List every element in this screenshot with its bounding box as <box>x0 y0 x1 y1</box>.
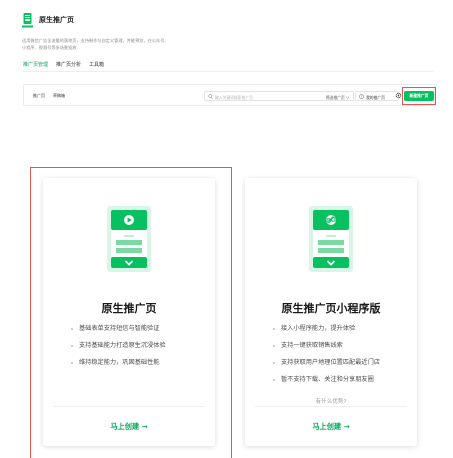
filter-button[interactable]: 筛选推广页 ▽ <box>326 95 349 101</box>
search-input[interactable]: 输入关键词搜索推广页 筛选推广页 ▽ <box>204 91 354 101</box>
create-now-button[interactable]: 马上创建 → <box>245 422 417 432</box>
list-item: 支持一键获取销售线索 <box>273 341 380 358</box>
gear-icon[interactable] <box>395 92 402 99</box>
filter-label: 筛选推广页 <box>325 94 345 100</box>
page-description: 适用微信广告全流量的落地页，支持制作与自定义管理，并能预览，在公众号、小程序、视… <box>22 38 169 50</box>
new-page-button[interactable]: 新建推广页 <box>404 91 434 101</box>
link-icon <box>309 206 353 272</box>
list-item: 接入小程序能力，提升体验 <box>273 324 380 341</box>
list-item: 维持稳定能力，巩固基础性能 <box>71 358 166 375</box>
card-divider <box>53 406 205 407</box>
feature-list: 基础表单支持短信与智能验证 支持基础能力打造原生沉浸体验 维持稳定能力，巩固基础… <box>71 324 166 375</box>
list-item: 基础表单支持短信与智能验证 <box>71 324 166 341</box>
subtab-drafts[interactable]: 草稿箱 <box>53 93 65 99</box>
filter-icon: ▽ <box>346 94 349 100</box>
subtab-pages[interactable]: 推广页 <box>33 93 45 99</box>
list-item: 支持获取用户地理位置匹配最近门店 <box>273 358 380 375</box>
advantages-link[interactable]: 有什么优势? <box>245 397 417 405</box>
search-placeholder: 输入关键词搜索推广页 <box>215 94 253 100</box>
create-now-button[interactable]: 马上创建 → <box>43 422 215 432</box>
feature-list: 接入小程序能力，提升体验 支持一键获取销售线索 支持获取用户地理位置匹配最近门店… <box>273 324 380 392</box>
card-divider <box>255 406 407 407</box>
mini-program-page-card[interactable]: 原生推广页小程序版 接入小程序能力，提升体验 支持一键获取销售线索 支持获取用户… <box>245 178 417 446</box>
card-title: 原生推广页小程序版 <box>281 302 381 315</box>
list-item: 支持基础能力打造原生沉浸体验 <box>71 341 166 358</box>
card-title: 原生推广页 <box>101 302 157 315</box>
play-icon <box>107 206 151 272</box>
search-icon <box>208 94 213 99</box>
question-icon: ? <box>359 94 364 99</box>
toolbar: 推广页 草稿箱 输入关键词搜索推广页 筛选推广页 ▽ ? 我的推广页 新建推广页 <box>23 84 436 106</box>
my-pages-button[interactable]: ? 我的推广页 <box>355 91 399 101</box>
logo-icon <box>22 13 33 28</box>
native-page-card[interactable]: 原生推广页 基础表单支持短信与智能验证 支持基础能力打造原生沉浸体验 维持稳定能… <box>43 178 215 446</box>
my-pages-label: 我的推广页 <box>366 94 385 100</box>
tabs-divider <box>23 71 433 72</box>
page-title: 原生推广页 <box>39 16 74 24</box>
list-item: 暂不支持下载、关注和分享朋友圈 <box>273 375 380 392</box>
